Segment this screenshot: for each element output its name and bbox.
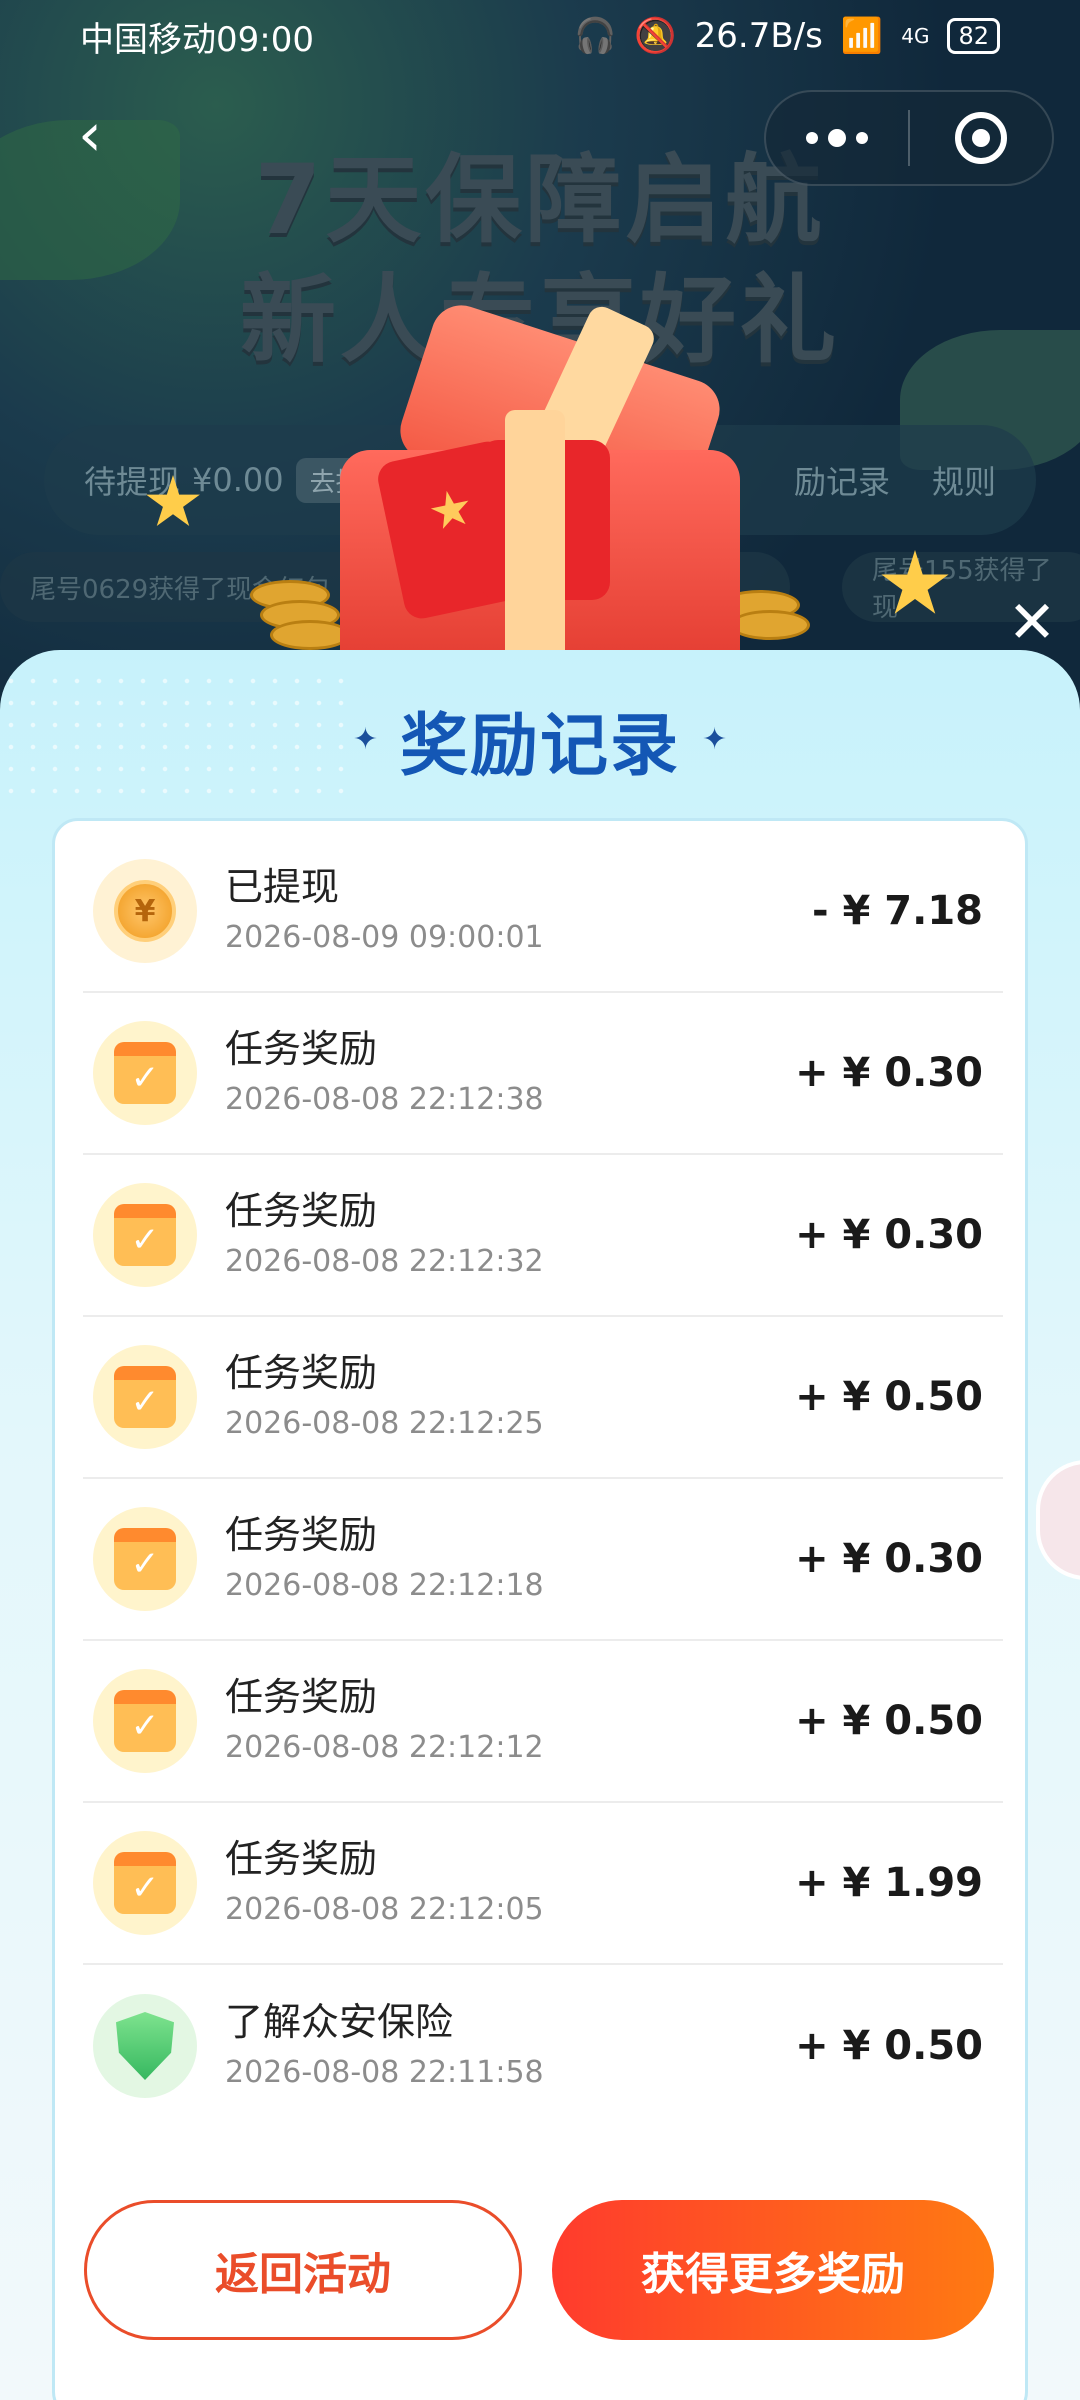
coin-icon: ¥ (93, 859, 197, 963)
target-icon (955, 112, 1007, 164)
status-icons: 🎧 🔕 26.7B/s 📶 4G 82 (574, 16, 1000, 56)
record-row: 任务奖励 2026-08-08 22:12:18 + ¥ 0.30 (83, 1479, 1003, 1641)
record-row: 任务奖励 2026-08-08 22:12:38 + ¥ 0.30 (83, 993, 1003, 1155)
get-more-rewards-button[interactable]: 获得更多奖励 (552, 2200, 994, 2340)
mute-bell-icon: 🔕 (634, 16, 677, 56)
record-row: 任务奖励 2026-08-08 22:12:12 + ¥ 0.50 (83, 1641, 1003, 1803)
record-time: 2026-08-08 22:11:58 (225, 2055, 544, 2090)
back-arrow-icon[interactable]: ‹ (60, 100, 120, 170)
record-row: 任务奖励 2026-08-08 22:12:32 + ¥ 0.30 (83, 1155, 1003, 1317)
record-time: 2026-08-08 22:12:32 (225, 1244, 544, 1279)
pending-amount: ¥0.00 (192, 461, 284, 499)
record-title: 任务奖励 (225, 1675, 378, 1719)
calendar-check-icon (93, 1507, 197, 1611)
modal-title: ✦ 奖励记录 ✦ (0, 690, 1080, 789)
net-speed: 26.7B/s (694, 16, 823, 56)
record-title: 任务奖励 (225, 1351, 378, 1395)
record-time: 2026-08-09 09:00:01 (225, 920, 544, 955)
record-row: ¥ 已提现 2026-08-09 09:00:01 - ¥ 7.18 (83, 831, 1003, 993)
record-time: 2026-08-08 22:12:12 (225, 1730, 544, 1765)
record-title: 任务奖励 (225, 1189, 378, 1233)
record-amount: + ¥ 0.50 (795, 1374, 983, 1420)
shield-icon (93, 1994, 197, 2098)
more-button[interactable] (766, 92, 908, 184)
gift-box-illustration (146, 297, 949, 680)
rewards-record-link[interactable]: 励记录 (794, 457, 890, 503)
more-dots-icon (806, 129, 868, 147)
record-amount: - ¥ 7.18 (812, 888, 983, 934)
carrier-time: 中国移动09:00 (80, 19, 314, 60)
record-time: 2026-08-08 22:12:18 (225, 1568, 544, 1603)
record-amount: + ¥ 0.30 (795, 1050, 983, 1096)
sparkle-icon: ✦ (702, 722, 728, 757)
record-amount: + ¥ 1.99 (795, 1860, 983, 1906)
record-title: 任务奖励 (225, 1513, 378, 1557)
record-row: 任务奖励 2026-08-08 22:12:05 + ¥ 1.99 (83, 1803, 1003, 1965)
battery-icon: 82 (947, 18, 1000, 54)
calendar-check-icon (93, 1021, 197, 1125)
record-row: 了解众安保险 2026-08-08 22:11:58 + ¥ 0.50 (83, 1965, 1003, 2127)
status-bar: 中国移动09:00 🎧 🔕 26.7B/s 📶 4G 82 (0, 0, 1080, 72)
record-amount: + ¥ 0.30 (795, 1536, 983, 1582)
close-miniapp-button[interactable] (910, 92, 1052, 184)
signal-label: 4G (901, 24, 930, 48)
calendar-check-icon (93, 1345, 197, 1449)
record-amount: + ¥ 0.50 (795, 2023, 983, 2069)
calendar-check-icon (93, 1183, 197, 1287)
modal-title-text: 奖励记录 (399, 690, 681, 789)
calendar-check-icon (93, 1831, 197, 1935)
back-to-activity-button[interactable]: 返回活动 (84, 2200, 522, 2340)
record-title: 了解众安保险 (225, 2000, 454, 2044)
reward-records-modal: ✦ 奖励记录 ✦ ¥ 已提现 2026-08-09 09:00:01 - ¥ 7… (0, 650, 1080, 2400)
calendar-check-icon (93, 1669, 197, 1773)
record-title: 任务奖励 (225, 1027, 378, 1071)
miniapp-capsule (764, 90, 1054, 186)
record-time: 2026-08-08 22:12:25 (225, 1406, 544, 1441)
records-list: ¥ 已提现 2026-08-09 09:00:01 - ¥ 7.18 任务奖励 … (52, 818, 1028, 2400)
rules-link[interactable]: 规则 (932, 457, 996, 503)
close-icon[interactable]: ✕ (1005, 593, 1059, 651)
record-title: 任务奖励 (225, 1837, 378, 1881)
record-time: 2026-08-08 22:12:38 (225, 1082, 544, 1117)
headphones-icon: 🎧 (573, 16, 617, 56)
record-title: 已提现 (225, 865, 340, 909)
record-amount: + ¥ 0.30 (795, 1212, 983, 1258)
record-row: 任务奖励 2026-08-08 22:12:25 + ¥ 0.50 (83, 1317, 1003, 1479)
floating-avatar[interactable] (1036, 1460, 1080, 1580)
record-time: 2026-08-08 22:12:05 (225, 1892, 544, 1927)
sparkle-icon: ✦ (352, 722, 378, 757)
record-amount: + ¥ 0.50 (795, 1698, 983, 1744)
activity-background: 中国移动09:00 🎧 🔕 26.7B/s 📶 4G 82 ‹ 7天保障启航 新… (0, 0, 1080, 700)
wifi-icon: 📶 (840, 16, 884, 56)
